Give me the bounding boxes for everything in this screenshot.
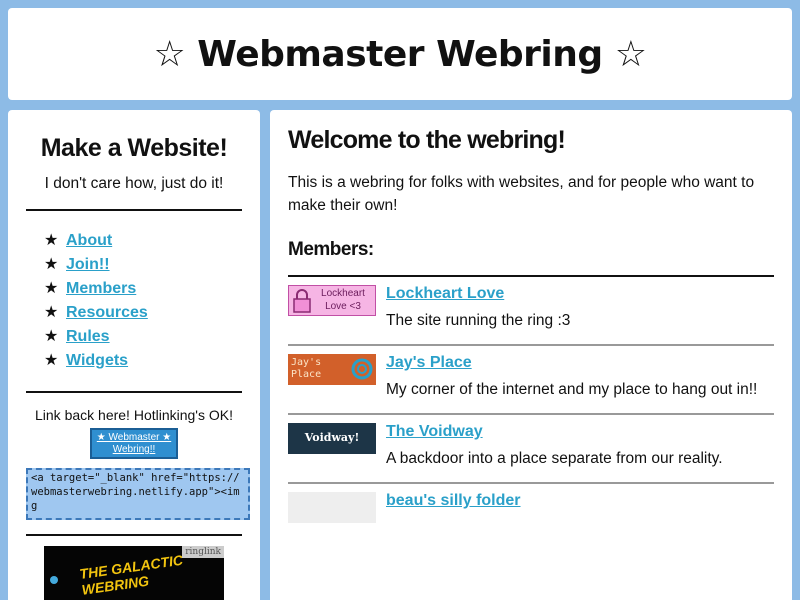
divider [26,209,242,211]
header-banner: ☆ Webmaster Webring ☆ [8,8,792,100]
site-title: ☆ Webmaster Webring ☆ [153,33,647,75]
nav-item-rules: ★ Rules [44,325,242,349]
sidebar-subtitle: I don't care how, just do it! [44,175,224,192]
star-icon: ★ [44,256,59,273]
star-icon: ★ [44,352,59,369]
nav-item-resources: ★ Resources [44,301,242,325]
planet-icon [50,576,58,584]
sidebar-title: Make a Website! [40,134,228,162]
main-content: Welcome to the webring! This is a webrin… [270,110,792,600]
ringlink-tag[interactable]: ringlink [182,546,224,558]
star-icon: ★ [44,232,59,249]
nav-link-resources[interactable]: Resources [66,301,148,325]
nav-item-widgets: ★ Widgets [44,349,242,373]
nav-item-join: ★ Join!! [44,253,242,277]
nav-item-about: ★ About [44,229,242,253]
padlock-icon [293,289,311,313]
member-badge-beau[interactable] [288,492,376,523]
member-row: Jay's Place Jay's Place My corner of the… [288,344,774,413]
sidebar-nav: ★ About ★ Join!! ★ Members ★ Resources ★ Rule… [44,229,242,373]
star-icon: ★ [44,304,59,321]
sidebar: Make a Website! I don't care how, just d… [8,110,260,600]
page-title: Welcome to the webring! [288,126,566,154]
members-heading: Members: [288,239,374,260]
member-badge-lockheart[interactable]: Lockheart Love <3 [288,285,376,316]
nav-link-join[interactable]: Join!! [66,253,110,277]
star-icon: ★ [44,328,59,345]
member-link-jay[interactable]: Jay's Place [386,354,472,371]
member-badge-jay[interactable]: Jay's Place [288,354,376,385]
swirl-icon [351,358,373,380]
member-row: Voidway! The Voidway A backdoor into a p… [288,413,774,482]
member-description: My corner of the internet and my place t… [386,381,758,398]
divider [26,391,242,393]
linkback-text: Link back here! Hotlinking's OK! [35,407,233,423]
embed-code-box[interactable]: <a target="_blank" href="https://webmast… [26,468,250,520]
star-icon: ★ [44,280,59,297]
intro-text: This is a webring for folks with website… [288,174,755,214]
nav-link-rules[interactable]: Rules [66,325,110,349]
member-link-lockheart[interactable]: Lockheart Love [386,285,504,302]
galactic-webring-banner[interactable]: THE GALACTIC WEBRING ringlink [44,546,224,600]
member-row: Lockheart Love <3 Lockheart Love The sit… [288,275,774,344]
member-badge-voidway[interactable]: Voidway! [288,423,376,454]
badge-text: Jay's Place [291,357,322,380]
divider [26,534,242,536]
webring-badge-button[interactable]: ★ Webmaster ★ Webring!! [90,428,178,459]
nav-item-members: ★ Members [44,277,242,301]
member-link-beau[interactable]: beau's silly folder [386,492,521,509]
member-description: A backdoor into a place separate from ou… [386,450,723,467]
member-description: The site running the ring :3 [386,312,571,329]
member-link-voidway[interactable]: The Voidway [386,423,483,440]
nav-link-about[interactable]: About [66,229,112,253]
nav-link-members[interactable]: Members [66,277,136,301]
member-row: beau's silly folder [288,482,774,535]
nav-link-widgets[interactable]: Widgets [66,349,128,373]
badge-text: Voidway! [304,431,360,444]
badge-text: Lockheart Love <3 [321,288,365,312]
